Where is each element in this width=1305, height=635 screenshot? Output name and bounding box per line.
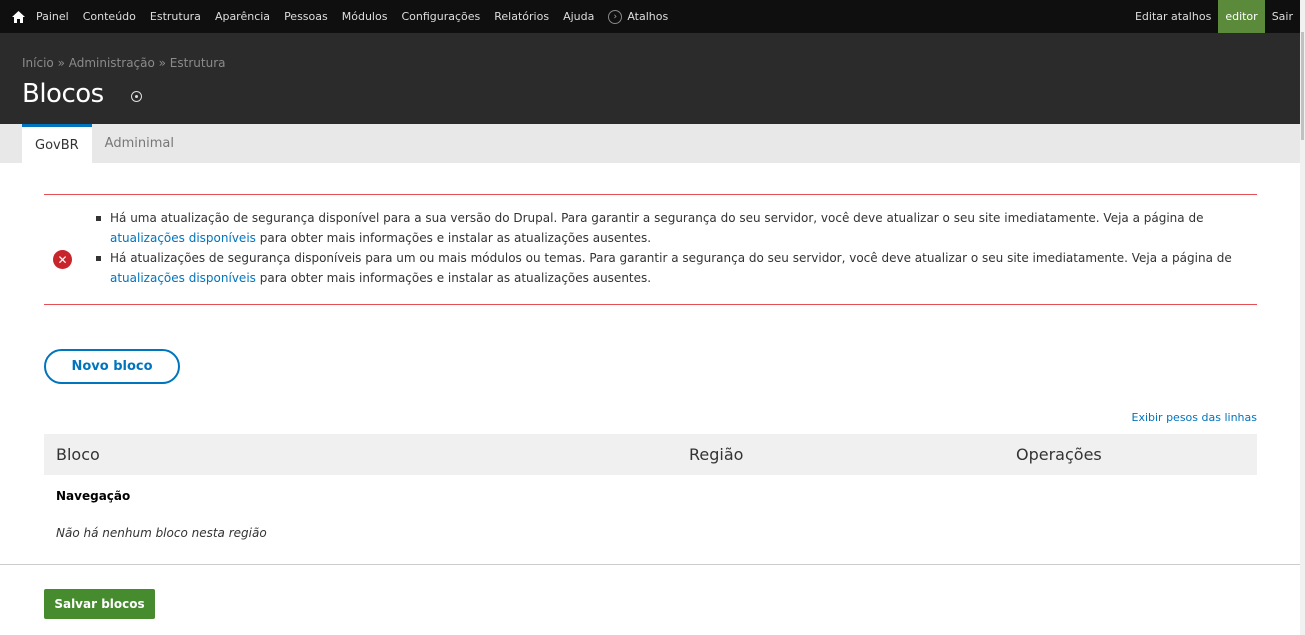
breadcrumb[interactable]: Início » Administração » Estrutura xyxy=(22,56,225,70)
toolbar-item-ajuda[interactable]: Ajuda xyxy=(556,0,601,33)
region-title: Navegação xyxy=(56,489,131,503)
column-header-operations: Operações xyxy=(1016,445,1102,464)
save-blocks-button[interactable]: Salvar blocos xyxy=(44,589,155,619)
column-header-region: Região xyxy=(689,445,744,464)
updates-link[interactable]: atualizações disponíveis xyxy=(110,231,256,245)
show-row-weights-link[interactable]: Exibir pesos das linhas xyxy=(1132,411,1258,424)
scrollbar[interactable] xyxy=(1300,0,1305,635)
chevron-right-icon: › xyxy=(608,9,623,24)
page-title: Blocos xyxy=(22,79,104,109)
user-menu[interactable]: editor xyxy=(1218,0,1265,33)
page-header: Início » Administração » Estrutura Bloco… xyxy=(0,33,1300,124)
toolbar-item-atalhos[interactable]: › Atalhos xyxy=(601,0,675,33)
error-icon: ✕ xyxy=(53,250,72,269)
divider xyxy=(0,564,1300,565)
error-message-item: Há atualizações de segurança disponíveis… xyxy=(96,248,1256,288)
admin-toolbar: Painel Conteúdo Estrutura Aparência Pess… xyxy=(0,0,1300,33)
region-empty-message: Não há nenhum bloco nesta região xyxy=(56,526,267,540)
tab-govbr[interactable]: GovBR xyxy=(22,124,92,163)
toolbar-item-painel[interactable]: Painel xyxy=(29,0,76,33)
toolbar-item-estrutura[interactable]: Estrutura xyxy=(143,0,208,33)
toolbar-item-relatorios[interactable]: Relatórios xyxy=(487,0,556,33)
updates-link[interactable]: atualizações disponíveis xyxy=(110,271,256,285)
error-messages: ✕ Há uma atualização de segurança dispon… xyxy=(44,194,1257,305)
toolbar-item-pessoas[interactable]: Pessoas xyxy=(277,0,335,33)
scroll-thumb[interactable] xyxy=(1301,32,1304,140)
toolbar-item-aparencia[interactable]: Aparência xyxy=(208,0,277,33)
toolbar-item-modulos[interactable]: Módulos xyxy=(335,0,395,33)
tab-adminimal[interactable]: Adminimal xyxy=(92,124,187,163)
atalhos-label: Atalhos xyxy=(627,10,669,23)
error-message-item: Há uma atualização de segurança disponív… xyxy=(96,208,1256,248)
edit-shortcuts-link[interactable]: Editar atalhos xyxy=(1128,0,1218,33)
home-icon[interactable] xyxy=(0,0,29,33)
logout-link[interactable]: Sair xyxy=(1265,0,1300,33)
toolbar-item-configuracoes[interactable]: Configurações xyxy=(394,0,487,33)
toolbar-item-conteudo[interactable]: Conteúdo xyxy=(76,0,143,33)
theme-tabs: GovBR Adminimal xyxy=(0,124,1300,163)
blocks-table: Bloco Região Operações Navegação Não há … xyxy=(44,434,1257,540)
column-header-block: Bloco xyxy=(56,445,100,464)
new-block-button[interactable]: Novo bloco xyxy=(44,349,180,384)
table-header: Bloco Região Operações xyxy=(44,434,1257,475)
add-shortcut-icon[interactable] xyxy=(131,91,142,102)
